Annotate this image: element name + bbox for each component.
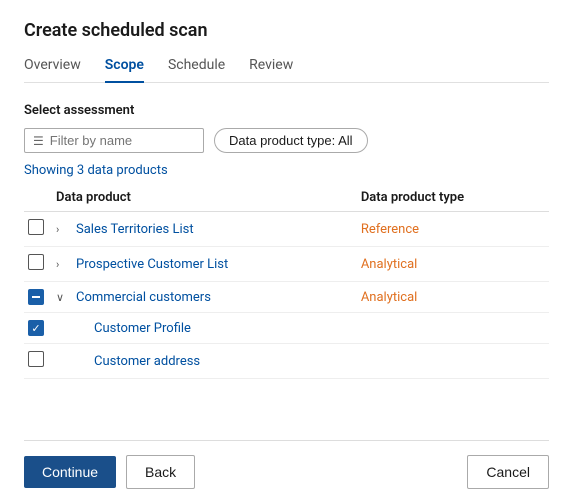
row-name-cell: › Prospective Customer List bbox=[56, 247, 361, 282]
row-1-type: Reference bbox=[361, 212, 549, 247]
showing-count: Showing 3 data products bbox=[24, 163, 549, 178]
row-checkbox-cell bbox=[24, 212, 56, 247]
col-data-product-type-header: Data product type bbox=[361, 184, 549, 212]
continue-button[interactable]: Continue bbox=[24, 456, 116, 488]
filter-input-wrapper: ☰ bbox=[24, 128, 204, 153]
col-checkbox-header bbox=[24, 184, 56, 212]
table-row: Customer Profile bbox=[24, 313, 549, 344]
filter-input[interactable] bbox=[50, 133, 195, 148]
row-checkbox-cell bbox=[24, 282, 56, 313]
page-title: Create scheduled scan bbox=[24, 20, 549, 41]
expand-icon[interactable]: › bbox=[56, 258, 70, 271]
row-name-cell: Customer address bbox=[56, 344, 361, 379]
row-3-2-checkbox[interactable] bbox=[28, 351, 44, 367]
table-row: › Prospective Customer List Analytical bbox=[24, 247, 549, 282]
row-checkbox-cell bbox=[24, 344, 56, 379]
tab-overview[interactable]: Overview bbox=[24, 57, 81, 83]
row-3-type: Analytical bbox=[361, 282, 549, 313]
row-2-name[interactable]: Prospective Customer List bbox=[76, 257, 228, 272]
section-label: Select assessment bbox=[24, 103, 549, 118]
filter-icon: ☰ bbox=[33, 134, 44, 148]
col-data-product-header: Data product bbox=[56, 184, 361, 212]
tab-scope[interactable]: Scope bbox=[105, 57, 144, 83]
table-row: › Sales Territories List Reference bbox=[24, 212, 549, 247]
row-3-1-name[interactable]: Customer Profile bbox=[94, 321, 191, 336]
row-1-name[interactable]: Sales Territories List bbox=[76, 222, 194, 237]
row-1-checkbox[interactable] bbox=[28, 219, 44, 235]
row-checkbox-cell bbox=[24, 313, 56, 344]
tab-schedule[interactable]: Schedule bbox=[168, 57, 225, 83]
footer: Continue Back Cancel bbox=[24, 440, 549, 503]
type-filter-button[interactable]: Data product type: All bbox=[214, 128, 368, 153]
row-2-checkbox[interactable] bbox=[28, 254, 44, 270]
row-checkbox-cell bbox=[24, 247, 56, 282]
tab-bar: Overview Scope Schedule Review bbox=[24, 57, 549, 83]
expand-icon[interactable]: › bbox=[56, 223, 70, 236]
row-3-name[interactable]: Commercial customers bbox=[76, 290, 211, 305]
row-3-checkbox[interactable] bbox=[28, 289, 44, 305]
row-name-cell: ∨ Commercial customers bbox=[56, 282, 361, 313]
cancel-button[interactable]: Cancel bbox=[467, 455, 549, 489]
row-2-type: Analytical bbox=[361, 247, 549, 282]
back-button[interactable]: Back bbox=[126, 455, 195, 489]
row-name-cell: › Sales Territories List bbox=[56, 212, 361, 247]
tab-review[interactable]: Review bbox=[249, 57, 293, 83]
row-3-1-checkbox[interactable] bbox=[28, 320, 44, 336]
expand-icon[interactable]: ∨ bbox=[56, 291, 70, 304]
row-name-cell: Customer Profile bbox=[56, 313, 361, 344]
table-row: Customer address bbox=[24, 344, 549, 379]
row-3-1-type bbox=[361, 313, 549, 344]
data-products-table: Data product Data product type › Sales T… bbox=[24, 184, 549, 440]
table-row: ∨ Commercial customers Analytical bbox=[24, 282, 549, 313]
row-3-2-name[interactable]: Customer address bbox=[94, 354, 200, 369]
filter-row: ☰ Data product type: All bbox=[24, 128, 549, 153]
row-3-2-type bbox=[361, 344, 549, 379]
